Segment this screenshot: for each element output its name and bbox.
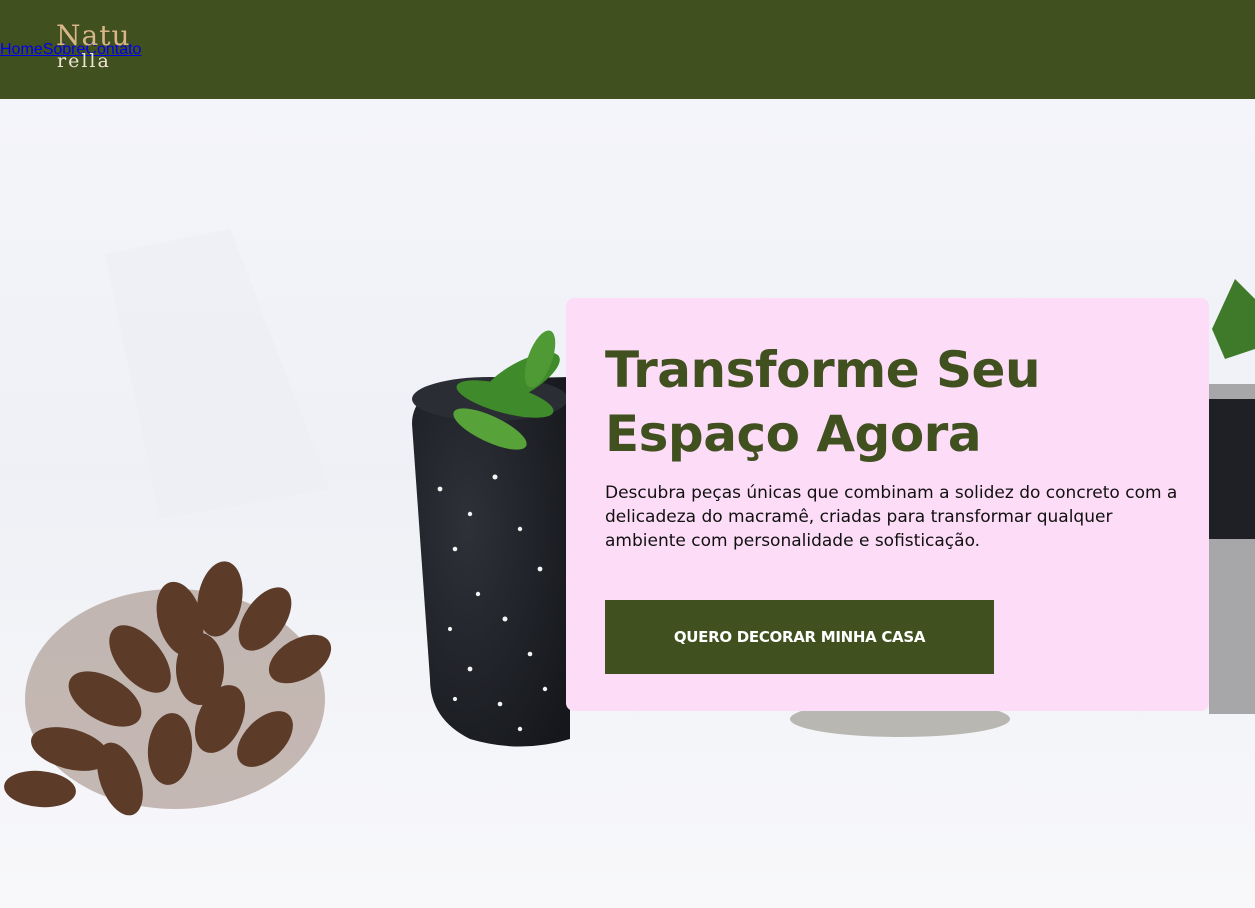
nav-home-link[interactable]: Home	[0, 41, 43, 59]
hero-title-line-2: Espaço Agora	[605, 405, 982, 463]
brand-logo[interactable]: Natu rella	[56, 22, 136, 74]
hero-card: Transforme Seu Espaço Agora Descubra peç…	[566, 298, 1209, 711]
cta-button[interactable]: QUERO DECORAR MINHA CASA	[605, 600, 994, 674]
hero-title: Transforme Seu Espaço Agora	[605, 338, 1165, 466]
logo-line-2: rella	[57, 50, 111, 72]
hero-description: Descubra peças únicas que combinam a sol…	[605, 483, 1178, 551]
logo-line-1: Natu	[56, 19, 131, 52]
site-header: Natu rella Home Sobre Contato	[0, 0, 1255, 99]
hero-title-line-1: Transforme Seu	[605, 341, 1041, 399]
